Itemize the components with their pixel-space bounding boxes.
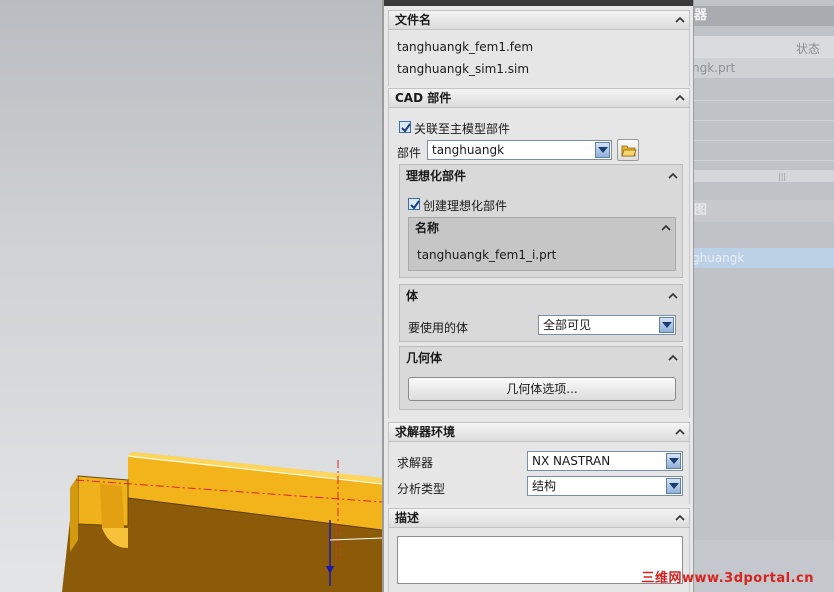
analysis-type-select[interactable]: 结构 [527, 476, 683, 496]
watermark-text: 三维网www.3dportal.cn [641, 571, 814, 586]
geometry-title: 几何体 [406, 351, 443, 365]
bodies-to-use-label: 要使用的体 [408, 321, 469, 335]
open-part-button[interactable] [617, 139, 639, 161]
navigator-row[interactable]: ngk.prt [690, 58, 834, 78]
navigator-selected-row[interactable]: ghuangk [690, 248, 834, 268]
dropdown-arrow-icon[interactable] [595, 142, 610, 158]
idealized-name-header[interactable]: 名称 [409, 218, 675, 238]
analysis-type-value: 结构 [532, 479, 557, 493]
collapse-chevron-icon[interactable] [668, 291, 678, 301]
part-select-value: tanghuangk [432, 143, 505, 157]
solver-select[interactable]: NX NASTRAN [527, 451, 683, 471]
cad-part-section-title: CAD 部件 [395, 91, 452, 105]
description-textarea[interactable] [397, 536, 683, 584]
link-master-checkbox[interactable] [399, 121, 411, 133]
description-section-header[interactable]: 描述 [388, 508, 690, 528]
solver-env-section-title: 求解器环境 [395, 425, 456, 439]
solver-label: 求解器 [397, 456, 434, 470]
checkmark-icon [401, 123, 411, 133]
file-name-section-header[interactable]: 文件名 [388, 10, 690, 30]
new-fem-dialog: 文件名 tanghuangk_fem1.fem tanghuangk_sim1.… [382, 0, 694, 592]
graphics-viewport[interactable] [0, 0, 382, 592]
collapse-chevron-icon[interactable] [675, 427, 685, 437]
solver-env-section-body: 求解器 NX NASTRAN 分析类型 结构 [388, 442, 690, 504]
create-idealized-checkbox[interactable] [408, 198, 420, 210]
dropdown-arrow-icon[interactable] [659, 317, 674, 333]
collapse-chevron-icon[interactable] [675, 513, 685, 523]
bodies-to-use-select[interactable]: 全部可见 [538, 315, 676, 335]
link-master-label: 关联至主模型部件 [414, 122, 511, 136]
folder-open-icon [621, 145, 637, 157]
geometry-group: 几何体 几何体选项... [399, 346, 683, 410]
part-label: 部件 [397, 146, 422, 160]
idealized-name-title: 名称 [415, 221, 440, 235]
geometry-header[interactable]: 几何体 [400, 347, 682, 369]
navigator-header: 器 [690, 6, 834, 26]
navigator-column-header: 状态 [690, 36, 834, 58]
sim-file-name: tanghuangk_sim1.sim [397, 62, 530, 76]
create-idealized-label: 创建理想化部件 [423, 199, 508, 213]
idealized-name-group: 名称 tanghuangk_fem1_i.prt [408, 217, 676, 271]
checkmark-icon [410, 200, 420, 210]
dropdown-arrow-icon[interactable] [666, 478, 681, 494]
dialog-titlebar[interactable] [384, 0, 693, 6]
collapse-chevron-icon[interactable] [675, 93, 685, 103]
idealized-part-header[interactable]: 理想化部件 [400, 165, 682, 187]
collapse-chevron-icon[interactable] [661, 223, 671, 233]
body-header[interactable]: 体 [400, 285, 682, 307]
navigator-scrollbar[interactable]: ||| [690, 170, 834, 182]
cad-part-section-body: 关联至主模型部件 部件 tanghuangk 理想化部件 创建理想化部件 名称 … [388, 108, 690, 418]
collapse-chevron-icon[interactable] [675, 15, 685, 25]
collapse-chevron-icon[interactable] [668, 353, 678, 363]
part-model-graphic [62, 452, 382, 592]
cad-part-section-header[interactable]: CAD 部件 [388, 88, 690, 108]
solver-env-section-header[interactable]: 求解器环境 [388, 422, 690, 442]
body-title: 体 [406, 289, 419, 303]
file-name-section-title: 文件名 [395, 13, 432, 27]
idealized-part-group: 理想化部件 创建理想化部件 名称 tanghuangk_fem1_i.prt [399, 164, 683, 278]
scroll-grip-icon[interactable]: ||| [778, 172, 786, 181]
file-name-section-body: tanghuangk_fem1.fem tanghuangk_sim1.sim [388, 30, 690, 86]
geometry-options-button[interactable]: 几何体选项... [408, 377, 676, 401]
background-navigator-window: 器 状态 ngk.prt ||| 图 ghuangk [690, 0, 834, 592]
fem-file-name: tanghuangk_fem1.fem [397, 40, 534, 54]
body-group: 体 要使用的体 全部可见 [399, 284, 683, 342]
analysis-type-label: 分析类型 [397, 482, 446, 496]
navigator-header-2: 图 [690, 200, 834, 222]
status-column-header[interactable]: 状态 [796, 40, 820, 57]
solver-select-value: NX NASTRAN [532, 454, 611, 468]
collapse-chevron-icon[interactable] [668, 171, 678, 181]
idealized-part-title: 理想化部件 [406, 169, 467, 183]
description-section-title: 描述 [395, 511, 420, 525]
bodies-to-use-value: 全部可见 [543, 318, 592, 332]
idealized-name-value: tanghuangk_fem1_i.prt [417, 248, 557, 262]
dropdown-arrow-icon[interactable] [666, 453, 681, 469]
part-select[interactable]: tanghuangk [427, 140, 612, 160]
